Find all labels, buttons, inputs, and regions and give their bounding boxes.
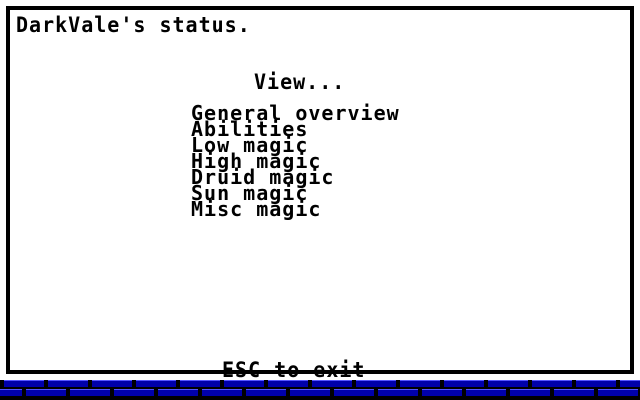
brick: [92, 380, 132, 387]
brick: [180, 380, 220, 387]
brick: [356, 380, 396, 387]
window-title: DarkVale's status.: [16, 11, 251, 38]
brick: [334, 389, 374, 396]
brick: [554, 389, 594, 396]
brick: [466, 389, 506, 396]
brick: [224, 380, 264, 387]
brick: [576, 380, 616, 387]
brick-wall-strip: [0, 380, 640, 400]
brick: [422, 389, 462, 396]
menu-item-misc-magic[interactable]: Misc magic: [191, 199, 321, 219]
brick: [48, 380, 88, 387]
brick: [136, 380, 176, 387]
brick: [378, 389, 418, 396]
brick: [26, 389, 66, 396]
game-screen: DarkVale's status. View... General overv…: [0, 0, 640, 400]
brick: [0, 389, 22, 396]
brick: [4, 380, 44, 387]
brick: [532, 380, 572, 387]
brick: [510, 389, 550, 396]
brick: [444, 380, 484, 387]
status-panel: DarkVale's status. View... General overv…: [10, 10, 630, 380]
brick: [202, 389, 242, 396]
exit-hint[interactable]: ESC to exit: [222, 359, 365, 380]
brick: [268, 380, 308, 387]
brick: [246, 389, 286, 396]
brick-row: [0, 389, 638, 396]
brick: [158, 389, 198, 396]
brick: [114, 389, 154, 396]
brick: [70, 389, 110, 396]
brick: [620, 380, 640, 387]
brick: [488, 380, 528, 387]
view-heading: View...: [254, 68, 346, 94]
brick-row: [4, 380, 640, 387]
brick: [312, 380, 352, 387]
brick: [290, 389, 330, 396]
brick: [598, 389, 638, 396]
brick: [400, 380, 440, 387]
